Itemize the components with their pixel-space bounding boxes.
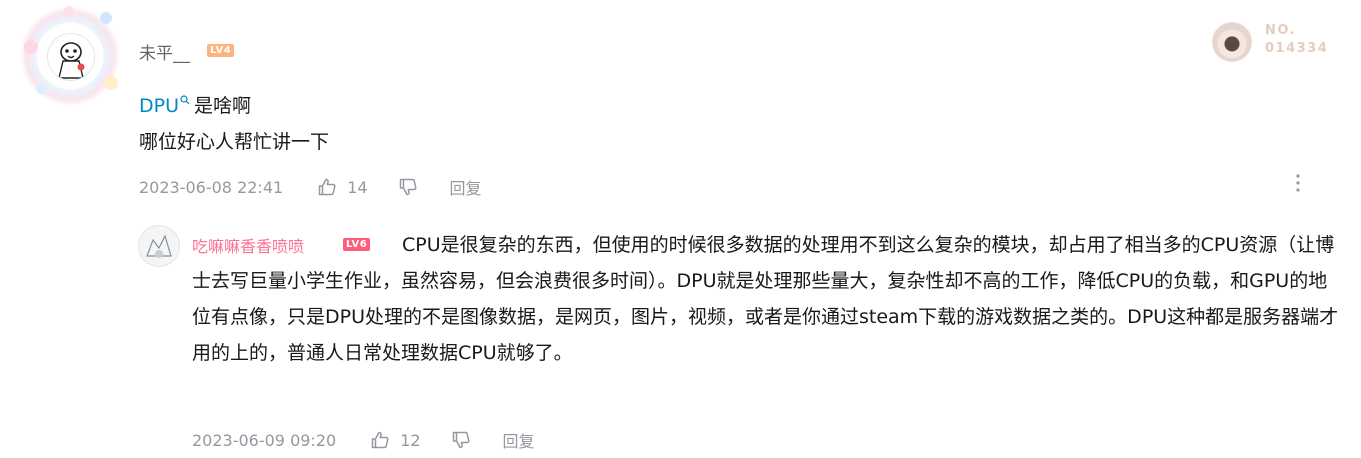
reply-dislike-button[interactable] (451, 430, 471, 450)
thumb-down-icon (399, 178, 417, 196)
more-icon[interactable] (1290, 172, 1306, 194)
username[interactable]: 未平__ (139, 39, 190, 64)
reply-avatar[interactable] (138, 225, 180, 267)
comment-text-rest: 是啥啊 (194, 95, 252, 117)
reply-like-count: 12 (400, 430, 421, 450)
avatar-image (47, 33, 95, 81)
comment-time: 2023-06-08 22:41 (139, 177, 284, 197)
thumb-up-icon (371, 431, 389, 449)
comment-line-2: 哪位好心人帮忙讲一下 (139, 131, 330, 153)
reply-text: CPU是很复杂的东西，但使用的时候很多数据的处理用不到这么复杂的模块，却占用了相… (192, 234, 1339, 364)
like-button[interactable]: 14 (317, 177, 368, 197)
avatar[interactable] (20, 6, 120, 106)
reply-like-button[interactable]: 12 (370, 430, 421, 450)
nft-number: 014334 (1265, 41, 1329, 56)
dislike-button[interactable] (398, 177, 418, 197)
nft-label: NO. (1265, 23, 1297, 38)
thumb-down-icon (452, 431, 470, 449)
comment-meta: 2023-06-08 22:41 14 回复 (139, 175, 482, 199)
thumb-up-icon (318, 178, 336, 196)
reply-reply-button[interactable]: 回复 (503, 428, 535, 452)
nft-badge[interactable]: NO. 014334 (1212, 18, 1337, 62)
reply-meta: 2023-06-09 09:20 12 回复 (192, 428, 535, 452)
reply-button[interactable]: 回复 (450, 175, 482, 199)
reply-time: 2023-06-09 09:20 (192, 430, 337, 450)
keyword-link[interactable]: DPU (139, 95, 179, 117)
like-count: 14 (347, 177, 368, 197)
nft-avatar-icon (1212, 22, 1252, 62)
comment-line-1: DPU 是啥啊 (139, 88, 251, 124)
search-icon[interactable] (180, 95, 190, 105)
level-badge: LV4 (207, 44, 235, 57)
